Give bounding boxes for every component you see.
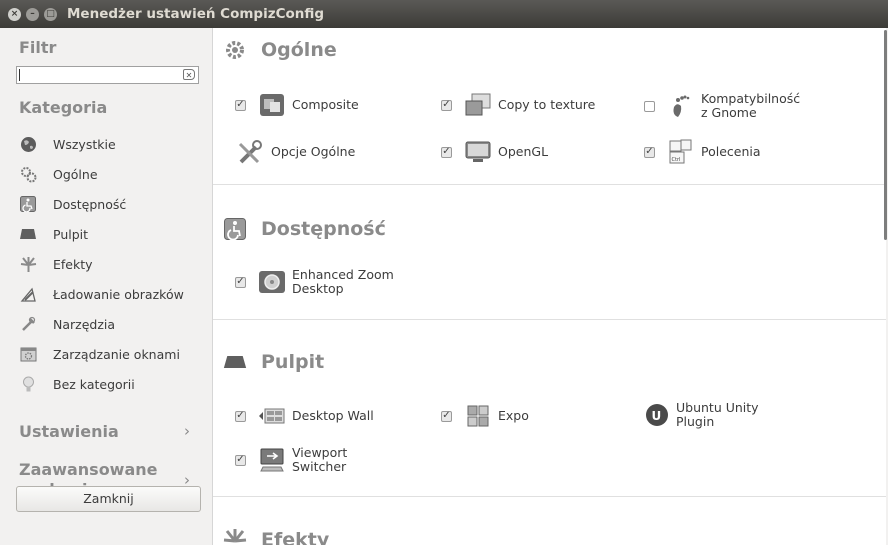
group-header-accessibility: Dostępność (223, 217, 386, 241)
checkbox[interactable]: ✓ (441, 146, 452, 158)
text-cursor (19, 69, 20, 81)
plugin-ubuntu-unity[interactable]: U Ubuntu Unity Plugin (644, 401, 759, 429)
uncategorized-icon (19, 375, 37, 393)
sidebar: Filtr ✕ Kategoria Wszystkie Ogólne Dostę… (0, 28, 212, 545)
unity-logo-icon: U (644, 402, 670, 428)
group-separator (213, 184, 886, 185)
checkbox[interactable]: ✓ (235, 99, 246, 111)
expo-icon (464, 403, 492, 429)
category-item-desktop[interactable]: Pulpit (19, 222, 88, 246)
keyboard-keys-icon: Ctrl (667, 139, 695, 165)
close-button[interactable]: Zamknij (16, 486, 201, 512)
clear-icon[interactable]: ✕ (183, 69, 195, 80)
copy-to-texture-icon (464, 92, 492, 118)
plugin-list: Ogólne ✓ Composite ✓ Copy to texture Kom… (212, 28, 886, 545)
category-item-accessibility[interactable]: Dostępność (19, 192, 126, 216)
scrollbar[interactable] (884, 30, 887, 240)
monitor-icon (464, 139, 492, 165)
checkbox[interactable]: ✓ (235, 454, 246, 466)
plugin-commands[interactable]: ✓ Ctrl Polecenia (644, 139, 761, 165)
category-item-tools[interactable]: Narzędzia (19, 312, 115, 336)
effects-icon (223, 528, 247, 545)
category-heading: Kategoria (19, 98, 108, 117)
tools-icon (19, 315, 37, 333)
checkbox[interactable] (644, 100, 655, 112)
category-item-general[interactable]: Ogólne (19, 162, 98, 186)
desktop-icon (19, 225, 37, 243)
category-item-all[interactable]: Wszystkie (19, 132, 116, 156)
plugin-composite[interactable]: ✓ Composite (235, 92, 359, 118)
filter-heading: Filtr (19, 38, 57, 57)
group-header-desktop: Pulpit (223, 350, 324, 374)
group-separator (213, 319, 886, 320)
group-header-effects: Efekty (223, 528, 329, 545)
accessibility-icon (19, 195, 37, 213)
checkbox[interactable]: ✓ (441, 410, 452, 422)
plugin-enhanced-zoom[interactable]: ✓ Enhanced Zoom Desktop (235, 268, 394, 296)
minimize-window-button[interactable]: – (26, 7, 39, 21)
desktop-icon (223, 350, 247, 374)
category-item-window-management[interactable]: Zarządzanie oknami (19, 342, 180, 366)
globe-icon (19, 135, 37, 153)
gnome-foot-icon (667, 93, 695, 119)
viewport-switcher-icon (258, 447, 286, 473)
plugin-desktop-wall[interactable]: ✓ Desktop Wall (235, 403, 374, 429)
category-item-effects[interactable]: Efekty (19, 252, 93, 276)
filter-input[interactable]: ✕ (16, 66, 199, 84)
settings-expander[interactable]: Ustawienia (19, 422, 119, 442)
checkbox[interactable]: ✓ (235, 410, 246, 422)
category-item-uncategorized[interactable]: Bez kategorii (19, 372, 135, 396)
composite-icon (258, 92, 286, 118)
checkbox[interactable]: ✓ (235, 276, 246, 288)
window-management-icon (19, 345, 37, 363)
effects-icon (19, 255, 37, 273)
image-loading-icon (19, 285, 37, 303)
plugin-opengl[interactable]: ✓ OpenGL (441, 139, 548, 165)
close-window-button[interactable]: × (8, 7, 21, 21)
plugin-expo[interactable]: ✓ Expo (441, 403, 529, 429)
gears-icon (19, 165, 37, 183)
svg-text:Ctrl: Ctrl (672, 157, 681, 163)
plugin-gnome-compatibility[interactable]: Kompatybilność z Gnome (644, 92, 800, 120)
gears-icon (223, 38, 247, 62)
maximize-window-button[interactable]: □ (44, 7, 57, 21)
window-title: Menedżer ustawień CompizConfig (67, 6, 325, 22)
tools-icon (235, 138, 265, 166)
chevron-right-icon[interactable]: › (184, 422, 190, 440)
zoom-icon (258, 269, 286, 295)
desktop-wall-icon (258, 403, 286, 429)
category-item-image-loading[interactable]: Ładowanie obrazków (19, 282, 184, 306)
title-bar: × – □ Menedżer ustawień CompizConfig (0, 0, 888, 28)
plugin-general-options[interactable]: Opcje Ogólne (235, 138, 355, 166)
group-separator (213, 496, 886, 497)
checkbox[interactable]: ✓ (644, 146, 655, 158)
svg-text:U: U (652, 409, 662, 423)
plugin-viewport-switcher[interactable]: ✓ Viewport Switcher (235, 446, 347, 474)
checkbox[interactable]: ✓ (441, 99, 452, 111)
group-header-general: Ogólne (223, 38, 337, 62)
plugin-copy-to-texture[interactable]: ✓ Copy to texture (441, 92, 595, 118)
accessibility-icon (223, 217, 247, 241)
